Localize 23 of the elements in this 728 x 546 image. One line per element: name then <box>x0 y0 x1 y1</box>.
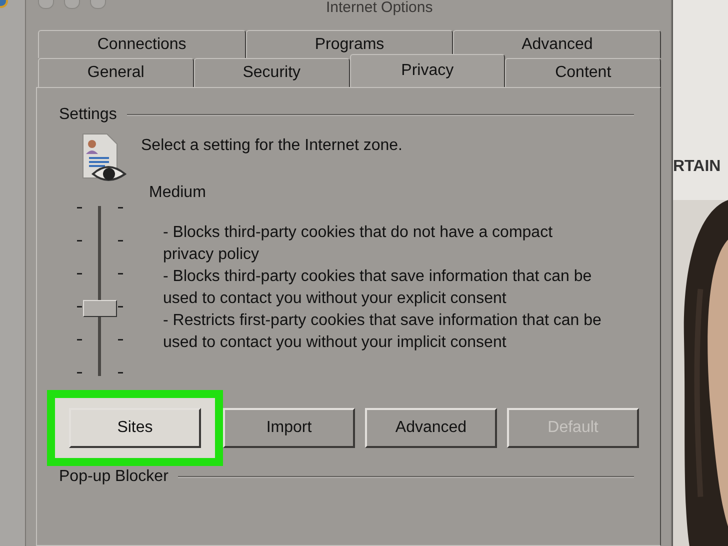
slider-thumb[interactable] <box>83 300 117 317</box>
group-heading: Pop-up Blocker <box>59 468 168 486</box>
description-text: - Restricts first-party cookies that save information that can be used to contact you without your implicit consent <box>163 311 602 353</box>
dialog-button[interactable]: Sites <box>69 408 201 448</box>
dialog-button[interactable]: Import <box>223 408 355 448</box>
group-heading: Settings <box>59 106 117 124</box>
minimize-button[interactable] <box>64 0 80 9</box>
dialog-button[interactable]: Advanced <box>365 408 497 448</box>
page-heading: RTAIN <box>673 158 722 177</box>
window-title: Internet Options <box>326 0 433 16</box>
description-text: - Blocks third-party cookies that save information that can be used to contact you without your explicit consent <box>163 267 593 309</box>
level-name: Medium <box>149 184 207 202</box>
instruction-text: Select a setting for the Internet zone. <box>141 137 402 155</box>
tab[interactable]: Advanced <box>453 30 662 58</box>
close-button[interactable] <box>38 0 54 9</box>
tab[interactable]: General <box>38 58 194 87</box>
tab[interactable]: Programs <box>246 30 454 58</box>
zoom-button[interactable] <box>90 0 106 9</box>
tab[interactable]: Security <box>194 58 350 87</box>
description-text: - Blocks third-party cookies that do not have a compact privacy policy <box>163 223 554 265</box>
tab[interactable]: Privacy <box>350 54 506 87</box>
tab[interactable]: Content <box>505 58 661 87</box>
tab[interactable]: Connections <box>38 30 246 58</box>
